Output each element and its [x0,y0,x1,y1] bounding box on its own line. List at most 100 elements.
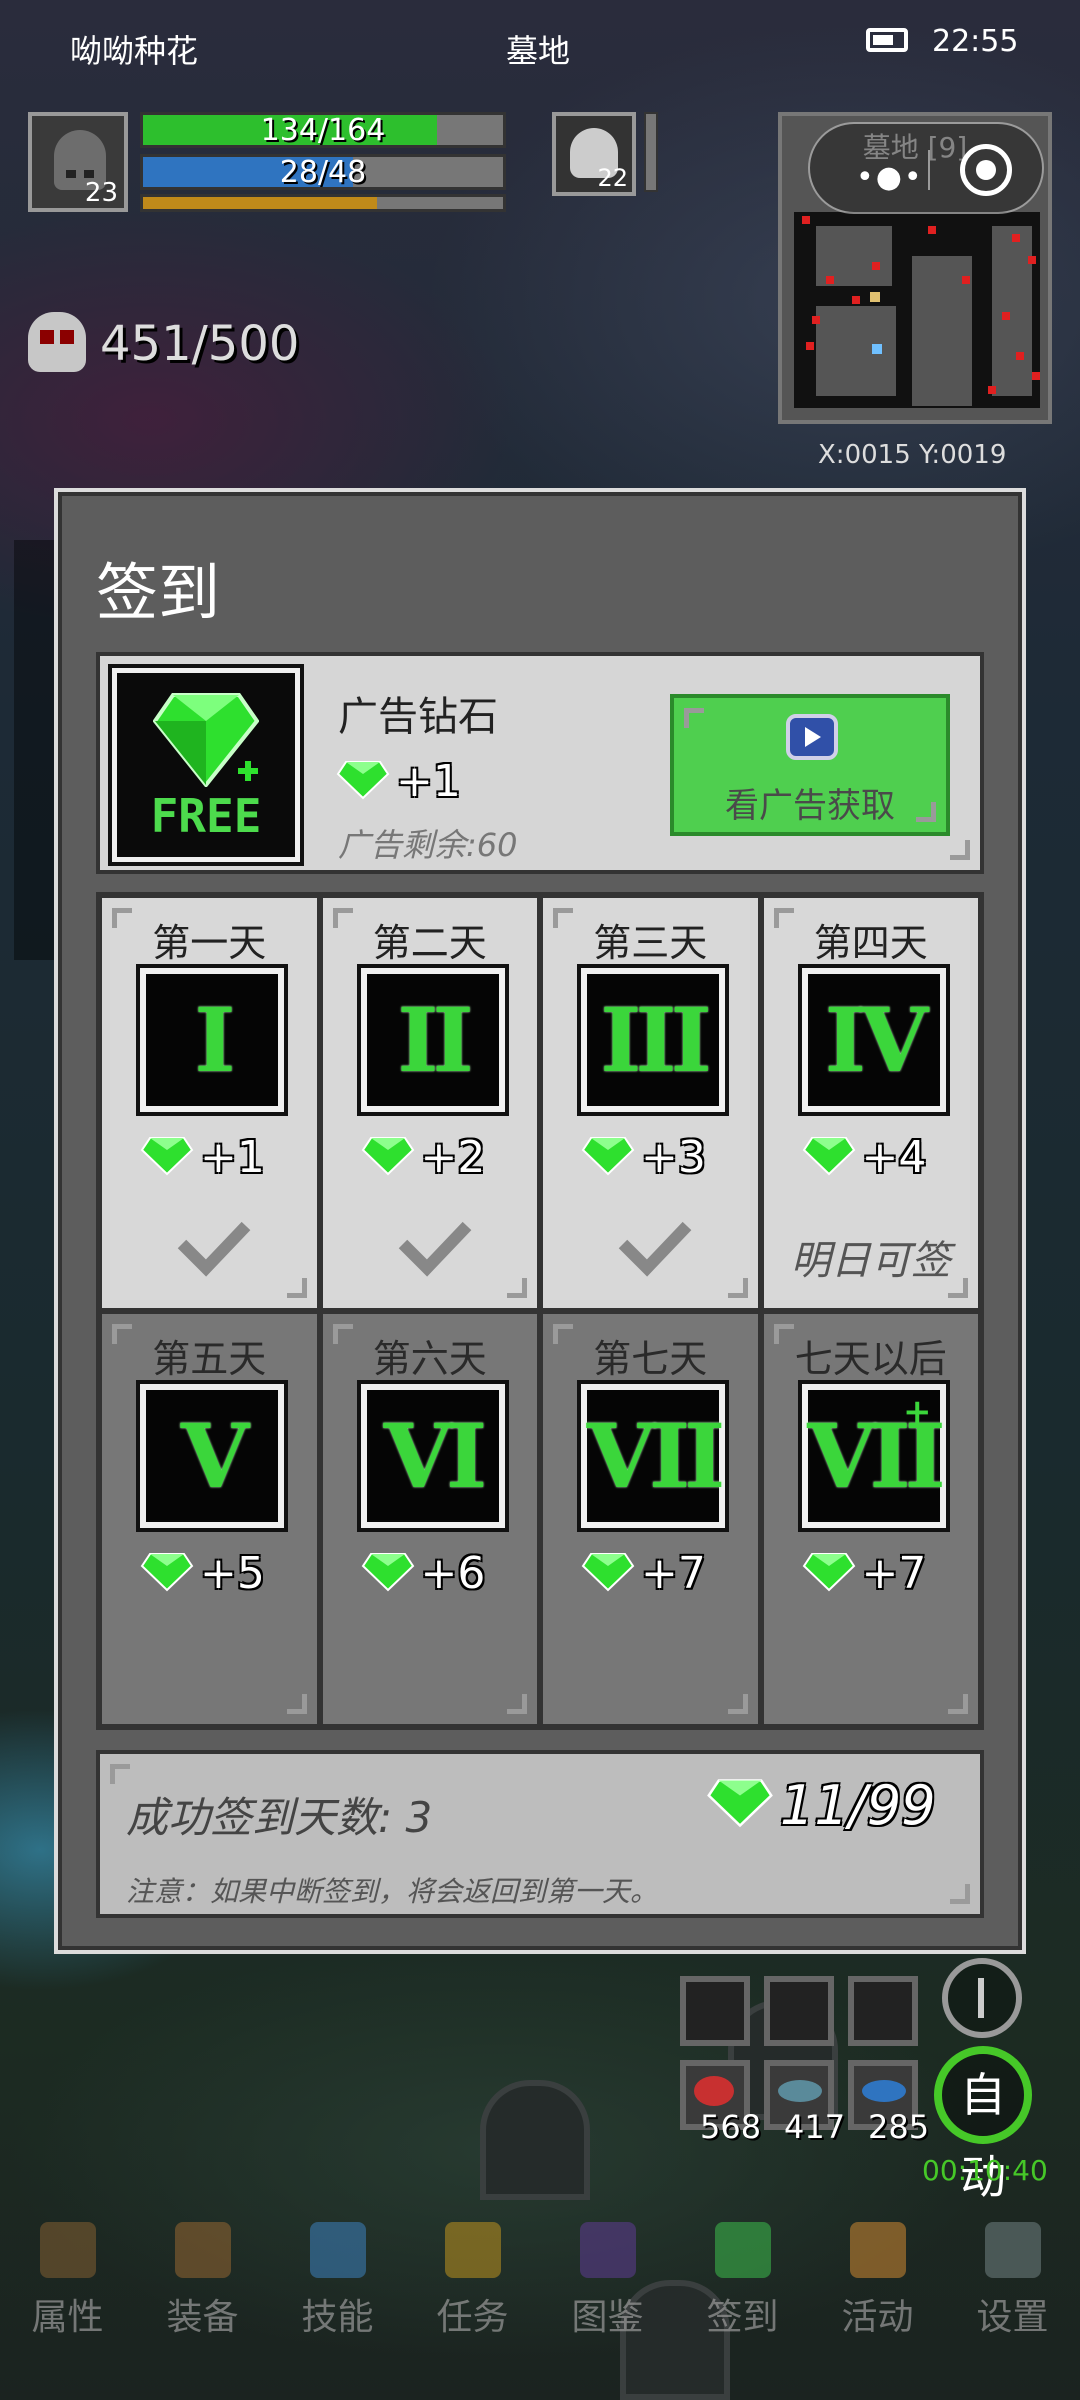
roman-numeral-icon: II [356,964,509,1116]
tombstone [480,2080,590,2200]
fish-icon [778,2080,822,2102]
numeral-text: I [194,988,235,1092]
roman-numeral-icon: III [577,964,729,1116]
item-count: 417 [784,2108,846,2146]
day-reward: +4 [802,1132,926,1183]
pet-hp-bar [644,112,658,192]
blue-fish-icon [862,2080,906,2102]
gem-total: 11/99 [706,1774,936,1837]
nav-item-5[interactable]: 图鉴 [548,2210,668,2400]
day-title: 第三天 [593,921,708,965]
pet-portrait[interactable]: 22 [552,112,636,196]
day-title: 第五天 [152,1337,267,1381]
day-reward: +1 [140,1132,265,1183]
signin-summary: 成功签到天数: 3 11/99 注意：如果中断签到，将会返回到第一天。 [96,1750,984,1918]
gem-icon [581,1553,635,1592]
day-cell-2[interactable]: 第二天 II +2 [322,898,537,1308]
roman-numeral-icon: VII [577,1380,729,1532]
checkmark-icon [398,1221,471,1277]
mini-program-capsule[interactable]: •●• [808,122,1044,214]
player-portrait[interactable]: 23 [28,112,128,212]
gem-icon [140,1553,194,1592]
close-target-icon[interactable] [960,144,1012,196]
pet-level: 22 [597,164,628,192]
ad-reward-panel: FREE 广告钻石 +1 广告剩余:60 看广告获取 [96,652,984,874]
skill-slot[interactable] [764,1976,834,2046]
plus-icon: + [903,1392,932,1432]
gear-icon [984,2222,1041,2278]
day-title: 第一天 [152,921,267,965]
nav-item-3[interactable]: 技能 [278,2210,398,2400]
nav-item-1[interactable]: 属性 [8,2210,128,2400]
watch-ad-button[interactable]: 看广告获取 [670,694,950,836]
roman-numeral-icon: V [136,1380,288,1532]
day-cell-8[interactable]: 七天以后 VII + +7 [763,1314,978,1724]
reward-value: +5 [200,1548,265,1599]
nav-item-8[interactable]: 设置 [953,2210,1073,2400]
nav-label: 任务 [436,2297,509,2338]
free-label: FREE [150,789,262,843]
day-reward: +7 [802,1548,927,1599]
reward-value: +7 [861,1548,927,1599]
day-title: 第二天 [372,921,487,965]
pet-marker [872,344,882,354]
kill-counter: 451/500 [100,316,300,372]
skill-orb-icon [309,2222,366,2278]
side-chat-panel[interactable] [14,540,54,960]
pause-button[interactable] [942,1958,1022,2038]
nav-item-2[interactable]: 装备 [143,2210,263,2400]
day-cell-5[interactable]: 第五天 V +5 [102,1314,317,1724]
day-cell-4[interactable]: 第四天 IV +4 明日可签 [763,898,978,1308]
meat-icon [694,2076,734,2106]
roman-numeral-icon: VI [356,1380,509,1532]
mp-bar: 28/48 [140,154,506,190]
roman-numeral-icon: IV [797,964,950,1116]
reward-value: +7 [641,1548,706,1599]
reward-value: +6 [420,1548,486,1599]
book-icon [579,2222,636,2278]
day-cell-6[interactable]: 第六天 VI +6 [322,1314,537,1724]
day-reward: +6 [361,1548,486,1599]
skill-slot[interactable] [680,1976,750,2046]
day-status: 明日可签 [790,1238,951,1284]
signin-notice: 注意：如果中断签到，将会返回到第一天。 [126,1875,659,1908]
day-cell-7[interactable]: 第七天 VII +7 [543,1314,758,1724]
auto-battle-button[interactable]: 自动 [934,2046,1032,2204]
reward-value: +3 [641,1132,706,1183]
gem-icon [581,1137,635,1176]
watch-ad-label: 看广告获取 [725,786,895,826]
coordinates: X:0015 Y:0019 [818,440,1007,470]
status-time: 22:55 [932,24,1019,59]
nav-item-7[interactable]: 活动 [818,2210,938,2400]
auto-timer: 00:10:40 [922,2154,1048,2187]
day-cell-3[interactable]: 第三天 III +3 [543,898,758,1308]
numeral-text: VI [383,1404,487,1508]
gem-icon [802,1137,855,1176]
gem-total-value: 11/99 [780,1774,936,1837]
skill-slot[interactable] [848,1976,918,2046]
question-icon [444,2222,501,2278]
face-icon [849,2222,906,2278]
more-icon[interactable]: •●• [856,160,924,195]
day-reward: +2 [361,1132,486,1183]
nav-label: 设置 [976,2297,1049,2338]
system-status-bar: 呦呦种花 墓地 22:55 [0,0,1080,92]
gem-icon [802,1553,855,1592]
ad-remaining: 广告剩余:60 [338,826,518,864]
gem-icon [336,761,390,800]
numeral-text: II [397,988,473,1092]
item-count: 285 [868,2108,930,2146]
day-cell-1[interactable]: 第一天 I +1 [102,898,317,1308]
nav-item-6[interactable]: 签到 [683,2210,803,2400]
free-gem-icon: FREE [108,664,304,866]
roman-numeral-icon: I [136,964,288,1116]
demon-skull-icon [28,312,86,372]
nav-item-4[interactable]: 任务 [413,2210,533,2400]
checkmark-icon [618,1221,692,1277]
mp-text: 28/48 [279,155,367,190]
day-title: 第四天 [813,921,928,965]
reward-value: +2 [420,1132,486,1183]
roman-numeral-icon: VII + [797,1380,950,1532]
numeral-text: VII [586,1404,726,1508]
reward-value: +1 [200,1132,265,1183]
